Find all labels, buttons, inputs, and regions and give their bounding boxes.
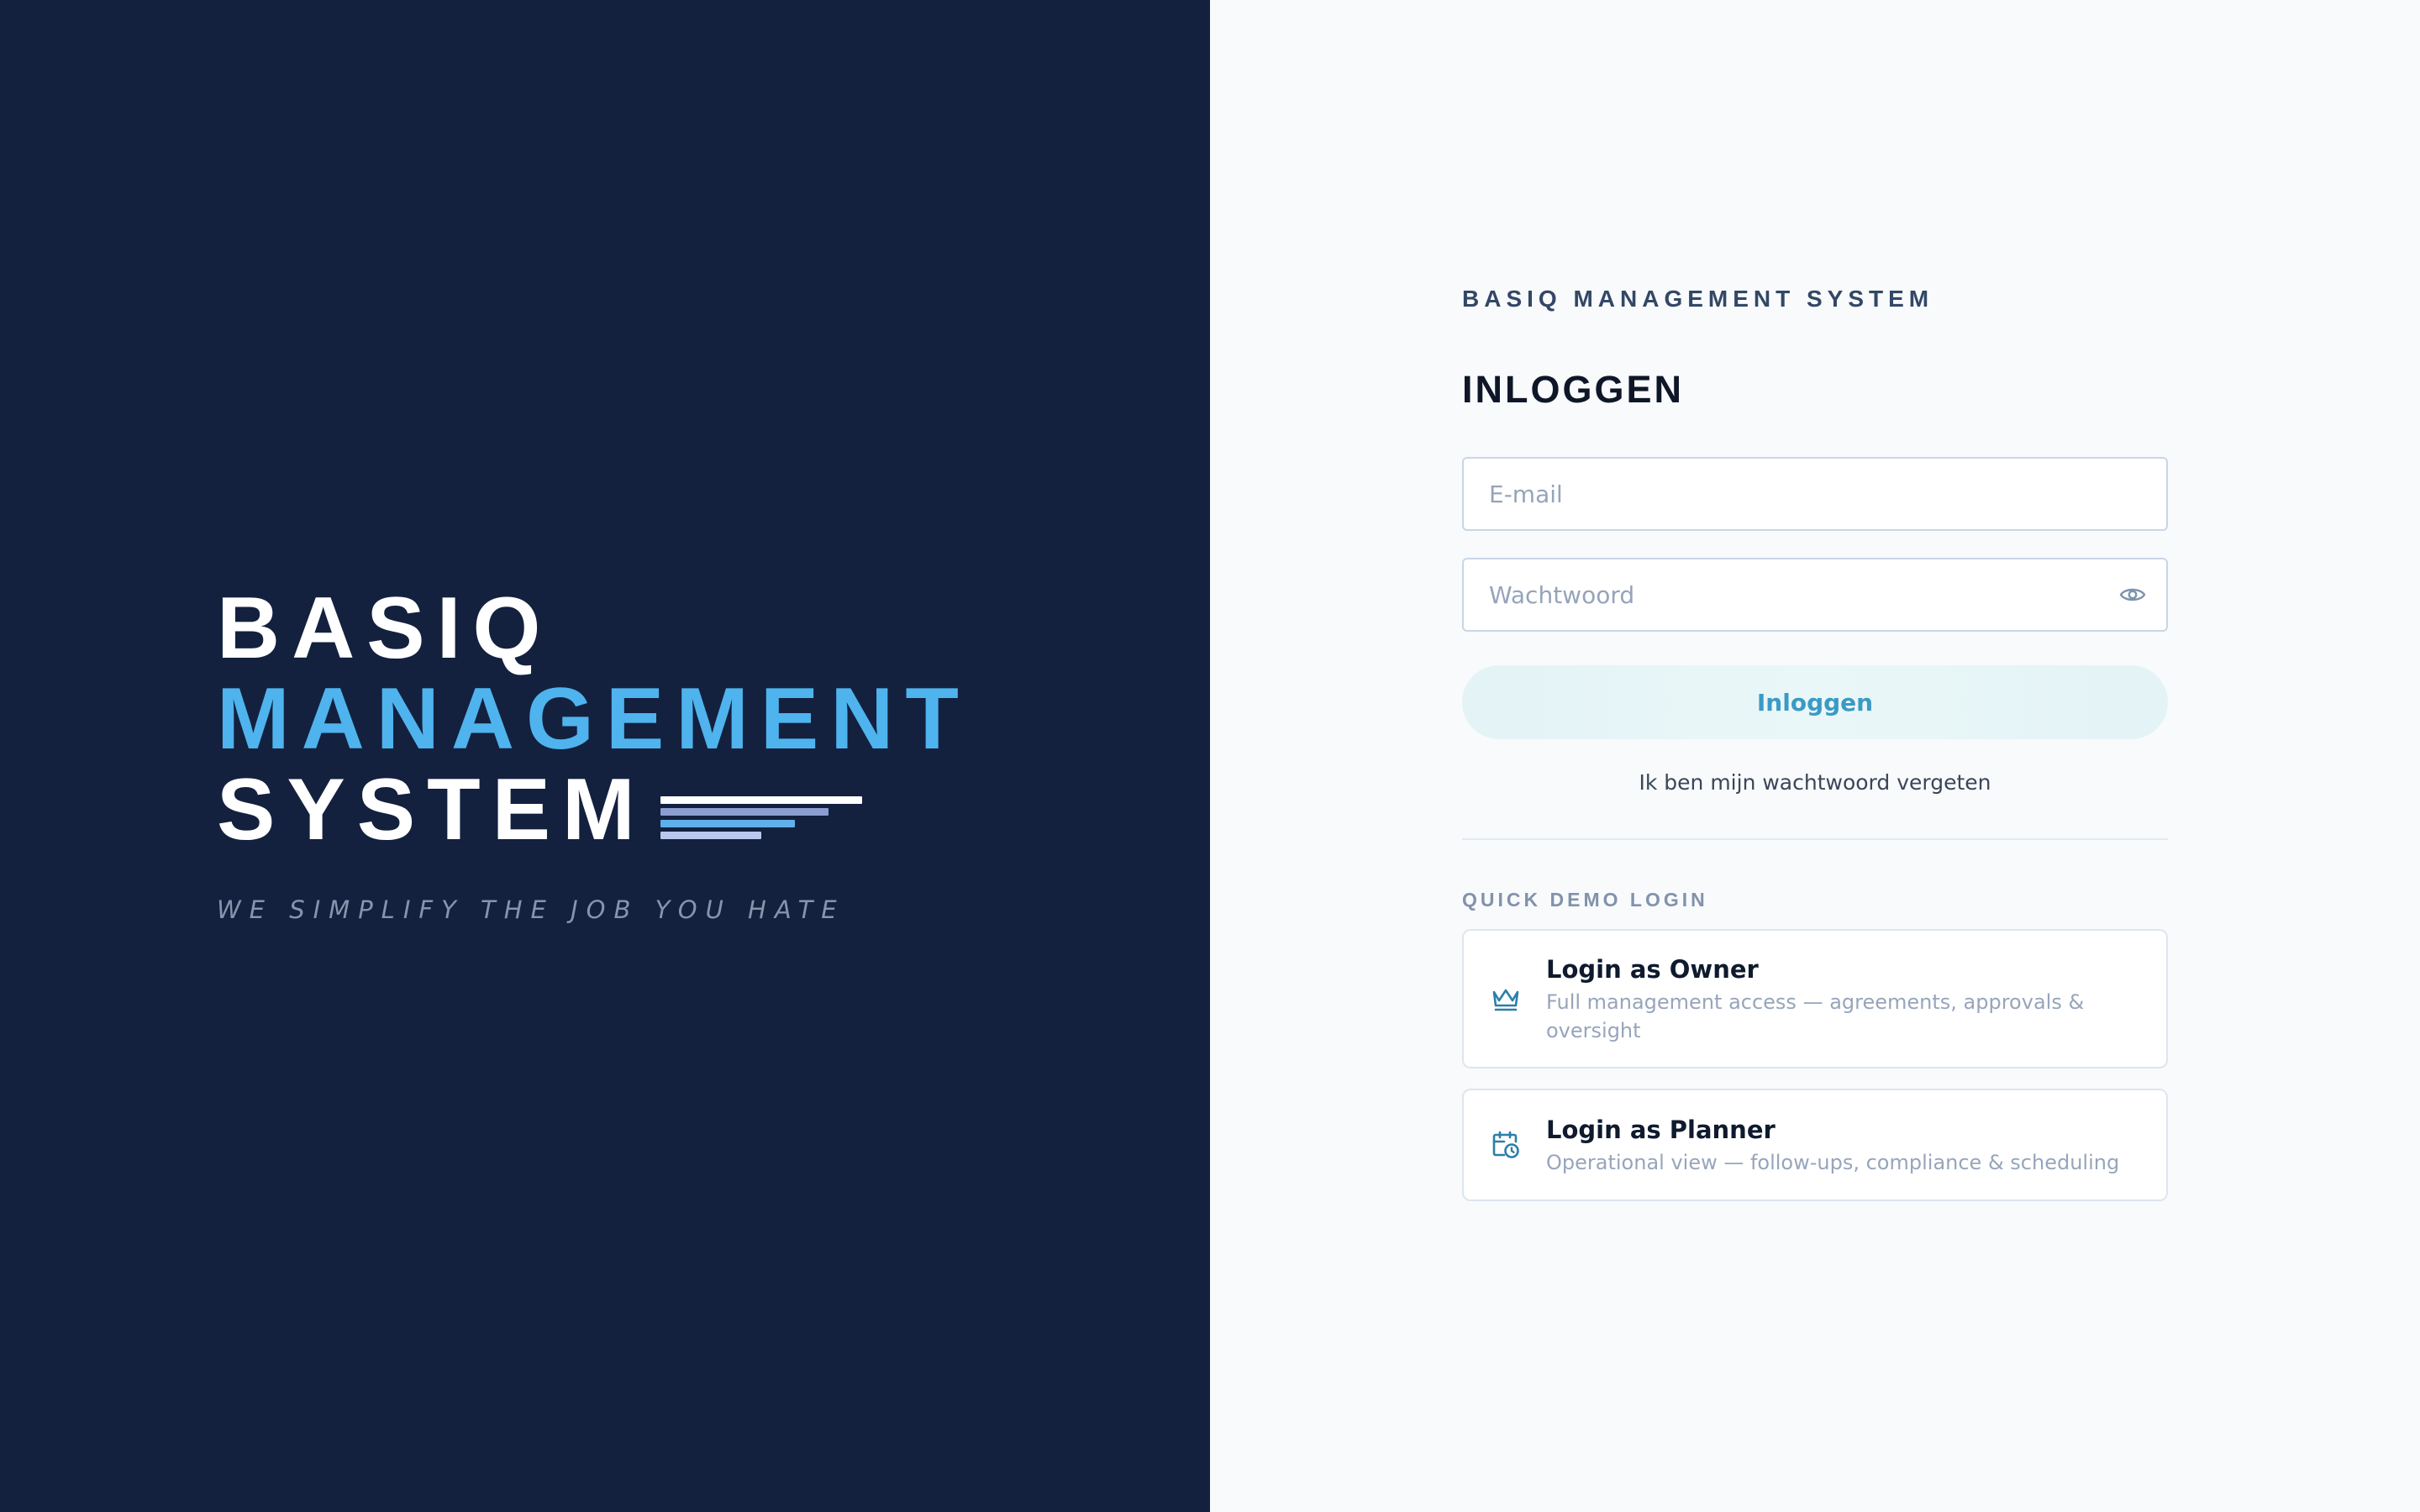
brand-logo: BASIQ MANAGEMENT SYSTEM WE SIMPLIFY THE … [217,583,971,924]
quick-demo-heading: QUICK DEMO LOGIN [1462,889,1708,911]
speed-line [660,820,795,827]
calendar-clock-icon [1489,1128,1523,1162]
password-field[interactable] [1464,559,2166,630]
divider [1462,838,2168,840]
login-form: BASIQ MANAGEMENT SYSTEM INLOGGEN Inlogge… [1462,282,2168,1201]
crown-icon [1489,982,1523,1016]
brand-line-system: SYSTEM [217,761,647,858]
calendar-clock-icon-svg [1492,1131,1519,1158]
crown-icon-svg [1492,989,1519,1011]
owner-option-text: Login as Owner Full management access — … [1546,953,2141,1045]
planner-option-description: Operational view — follow-ups, complianc… [1546,1151,2120,1174]
owner-option-title: Login as Owner [1546,955,1759,984]
planner-option-text: Login as Planner Operational view — foll… [1546,1113,2141,1177]
login-as-owner-button[interactable]: Login as Owner Full management access — … [1462,929,2168,1068]
login-button[interactable]: Inloggen [1462,665,2168,739]
login-panel: BASIQ MANAGEMENT SYSTEM INLOGGEN Inlogge… [1210,0,2420,1512]
brand-line-basiq: BASIQ [217,580,553,677]
eye-icon[interactable] [2118,580,2148,610]
page-title: INLOGGEN [1462,368,1685,411]
brand-tagline: WE SIMPLIFY THE JOB YOU HATE [217,895,845,924]
email-field-wrapper [1462,457,2168,531]
speed-line [660,832,761,839]
brand-line-system-row: SYSTEM [217,764,971,855]
forgot-password-link[interactable]: Ik ben mijn wachtwoord vergeten [1462,769,2168,796]
brand-line-management: MANAGEMENT [217,670,971,768]
owner-option-description: Full management access — agreements, app… [1546,990,2085,1042]
password-field-wrapper [1462,558,2168,632]
speed-line [660,796,862,804]
brand-panel: BASIQ MANAGEMENT SYSTEM WE SIMPLIFY THE … [0,0,1210,1512]
speed-lines-graphic [660,788,862,840]
login-as-planner-button[interactable]: Login as Planner Operational view — foll… [1462,1089,2168,1201]
email-field[interactable] [1464,459,2166,529]
login-page: BASIQ MANAGEMENT SYSTEM WE SIMPLIFY THE … [0,0,2420,1512]
speed-line [660,808,829,816]
app-name-kicker: BASIQ MANAGEMENT SYSTEM [1462,286,1934,312]
planner-option-title: Login as Planner [1546,1116,1776,1144]
eye-icon-svg [2119,588,2146,601]
